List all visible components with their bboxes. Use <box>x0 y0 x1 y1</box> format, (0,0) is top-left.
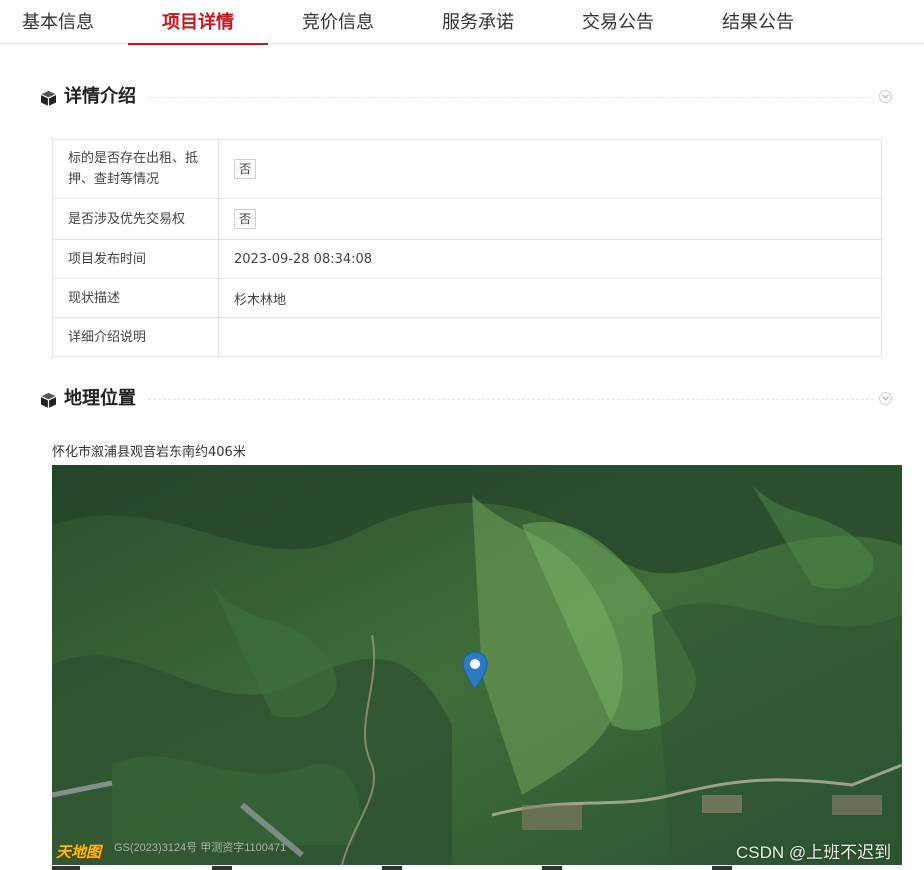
row-value: 2023-09-28 08:34:08 <box>218 239 882 279</box>
satellite-map[interactable]: 天地图 GS(2023)3124号 甲测资字1100471 <box>52 465 902 865</box>
row-value: 否 <box>218 139 882 199</box>
section-title: 详情介绍 <box>64 86 136 107</box>
location-pin-icon[interactable] <box>462 651 488 691</box>
cube-icon <box>40 91 57 106</box>
row-label: 是否涉及优先交易权 <box>52 198 219 240</box>
details-section-header: 详情介绍 <box>40 86 892 110</box>
collapse-toggle-icon[interactable] <box>879 90 892 103</box>
table-row: 标的是否存在出租、抵押、查封等情况 否 <box>52 139 882 199</box>
location-section-header: 地理位置 <box>40 388 892 412</box>
tab-transaction-notice[interactable]: 交易公告 <box>548 0 688 44</box>
status-badge: 否 <box>234 159 257 179</box>
tab-bar: 基本信息 项目详情 竞价信息 服务承诺 交易公告 结果公告 <box>0 0 924 45</box>
row-label: 详细介绍说明 <box>52 317 219 357</box>
tab-bidding-info[interactable]: 竞价信息 <box>268 0 408 44</box>
divider <box>148 399 874 400</box>
divider <box>148 97 874 98</box>
tab-result-notice[interactable]: 结果公告 <box>688 0 828 44</box>
details-table: 标的是否存在出租、抵押、查封等情况 否 是否涉及优先交易权 否 项目发布时间 2… <box>52 139 882 357</box>
status-badge: 否 <box>234 209 257 229</box>
row-value: 杉木林地 <box>218 278 882 318</box>
map-copyright: GS(2023)3124号 甲测资字1100471 <box>114 842 287 854</box>
row-label: 项目发布时间 <box>52 239 219 279</box>
cube-icon <box>40 393 57 408</box>
watermark: CSDN @上班不迟到 <box>736 843 892 862</box>
map-provider-logo: 天地图 <box>56 843 102 861</box>
section-title: 地理位置 <box>64 388 136 409</box>
clipped-content <box>52 865 902 870</box>
tab-basic-info[interactable]: 基本信息 <box>0 0 128 44</box>
table-row: 详细介绍说明 <box>52 317 882 357</box>
row-label: 现状描述 <box>52 278 219 318</box>
table-row: 是否涉及优先交易权 否 <box>52 198 882 240</box>
row-value: 否 <box>218 198 882 240</box>
tab-project-details[interactable]: 项目详情 <box>128 0 268 45</box>
row-value <box>218 317 882 357</box>
collapse-toggle-icon[interactable] <box>879 392 892 405</box>
row-label: 标的是否存在出租、抵押、查封等情况 <box>52 139 219 199</box>
table-row: 现状描述 杉木林地 <box>52 278 882 318</box>
tab-service-commitment[interactable]: 服务承诺 <box>408 0 548 44</box>
table-row: 项目发布时间 2023-09-28 08:34:08 <box>52 239 882 279</box>
location-address: 怀化市溆浦县观音岩东南约406米 <box>52 445 246 460</box>
